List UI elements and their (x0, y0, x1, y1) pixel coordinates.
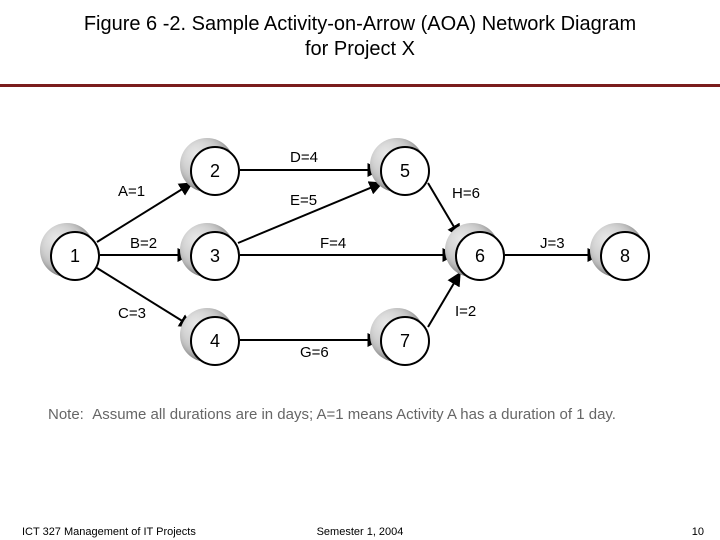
title-line1: Figure 6 -2. Sample Activity-on-Arrow (A… (84, 13, 636, 35)
footer-right: 10 (692, 526, 704, 538)
node-5-label: 5 (400, 161, 410, 182)
node-6-label: 6 (475, 246, 485, 267)
arc-label-I: I=2 (455, 303, 476, 320)
node-1-label: 1 (70, 246, 80, 267)
arc-label-B: B=2 (130, 235, 157, 252)
arc-label-H: H=6 (452, 185, 480, 202)
figure-title: Figure 6 -2. Sample Activity-on-Arrow (A… (0, 12, 720, 62)
arc-label-C: C=3 (118, 305, 146, 322)
arc-label-G: G=6 (300, 344, 329, 361)
note-body: Assume all durations are in days; A=1 me… (92, 406, 616, 423)
footer-center: Semester 1, 2004 (0, 526, 720, 538)
arc-label-J: J=3 (540, 235, 565, 252)
arc-label-A: A=1 (118, 183, 145, 200)
slide: Figure 6 -2. Sample Activity-on-Arrow (A… (0, 0, 720, 540)
aoa-diagram: A=1 B=2 C=3 D=4 E=5 F=4 G=6 H=6 I=2 J=3 … (0, 105, 720, 415)
note-text: Note: Assume all durations are in days; … (48, 405, 648, 425)
title-line2: for Project X (305, 38, 415, 60)
node-8-label: 8 (620, 246, 630, 267)
arc-label-F: F=4 (320, 235, 346, 252)
title-rule (0, 84, 720, 87)
note-label: Note: (48, 406, 84, 423)
node-4-label: 4 (210, 331, 220, 352)
node-3-label: 3 (210, 246, 220, 267)
arc-label-D: D=4 (290, 149, 318, 166)
arc-label-E: E=5 (290, 192, 317, 209)
node-7-label: 7 (400, 331, 410, 352)
node-2-label: 2 (210, 161, 220, 182)
